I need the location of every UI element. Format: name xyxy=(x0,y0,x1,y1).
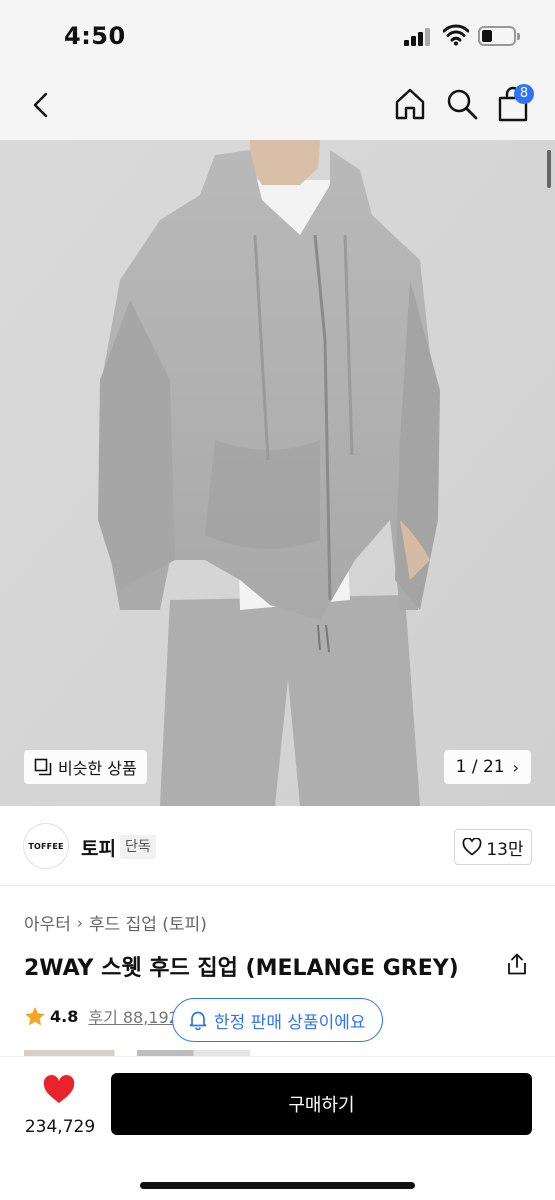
product-title: 2WAY 스웻 후드 집업 (MELANGE GREY) xyxy=(24,956,459,981)
nav-bar: 8 xyxy=(0,70,555,140)
breadcrumb: 아우터 › 후드 집업 (토피) xyxy=(24,910,207,936)
bottom-bar: 234,729 구매하기 xyxy=(0,1056,555,1200)
product-photo xyxy=(0,140,555,806)
wishlist-count: 234,729 xyxy=(24,1117,96,1137)
chevron-right-icon: › xyxy=(512,757,519,777)
breadcrumb-item[interactable]: 후드 집업 (토피) xyxy=(89,910,207,935)
signal-icon xyxy=(404,28,434,46)
brand-logo-text: TOFFEE xyxy=(28,841,64,851)
buy-button[interactable]: 구매하기 xyxy=(111,1073,532,1135)
similar-items-icon xyxy=(34,758,52,776)
review-count-link[interactable]: 후기 88,192 xyxy=(88,1004,179,1028)
wifi-icon xyxy=(443,24,469,46)
wishlist-button[interactable]: 234,729 xyxy=(22,1075,98,1145)
breadcrumb-item[interactable]: 아우터 xyxy=(24,910,71,935)
home-icon[interactable] xyxy=(392,86,428,122)
search-icon[interactable] xyxy=(444,86,480,122)
rating-value: 4.8 xyxy=(50,1006,79,1026)
limited-sale-notice: 한정 판매 상품이에요 xyxy=(172,998,383,1042)
product-image[interactable]: 비슷한 상품 1 / 21 › xyxy=(0,140,555,806)
back-icon[interactable] xyxy=(24,88,58,122)
heart-outline-icon xyxy=(462,838,482,856)
brand-like-button[interactable]: 13만 xyxy=(454,829,532,865)
brand-name[interactable]: 토피 xyxy=(81,834,116,861)
bell-icon xyxy=(189,1011,207,1030)
similar-products-label: 비슷한 상품 xyxy=(58,759,137,778)
star-icon xyxy=(25,1006,45,1025)
limited-sale-text: 한정 판매 상품이에요 xyxy=(214,1012,366,1033)
cart-count-badge: 8 xyxy=(514,84,534,104)
battery-icon xyxy=(478,26,520,46)
image-page-counter[interactable]: 1 / 21 › xyxy=(443,750,531,784)
share-icon[interactable] xyxy=(505,952,529,976)
similar-products-button[interactable]: 비슷한 상품 xyxy=(24,750,147,784)
brand-logo[interactable]: TOFFEE xyxy=(23,823,69,869)
cart-button[interactable]: 8 xyxy=(494,84,534,124)
heart-filled-icon xyxy=(43,1075,75,1103)
chevron-right-icon: › xyxy=(76,913,83,932)
status-bar: 4:50 xyxy=(0,0,555,70)
brand-like-count: 13만 xyxy=(486,839,524,860)
brand-row: TOFFEE 토피 단독 13만 xyxy=(0,806,555,886)
status-time: 4:50 xyxy=(64,22,126,50)
exclusive-tag: 단독 xyxy=(120,835,156,859)
rating-row: 4.8 후기 88,192 xyxy=(24,1004,179,1028)
home-indicator xyxy=(140,1182,415,1189)
scroll-indicator xyxy=(547,150,551,188)
page-counter-text: 1 / 21 xyxy=(455,757,505,777)
